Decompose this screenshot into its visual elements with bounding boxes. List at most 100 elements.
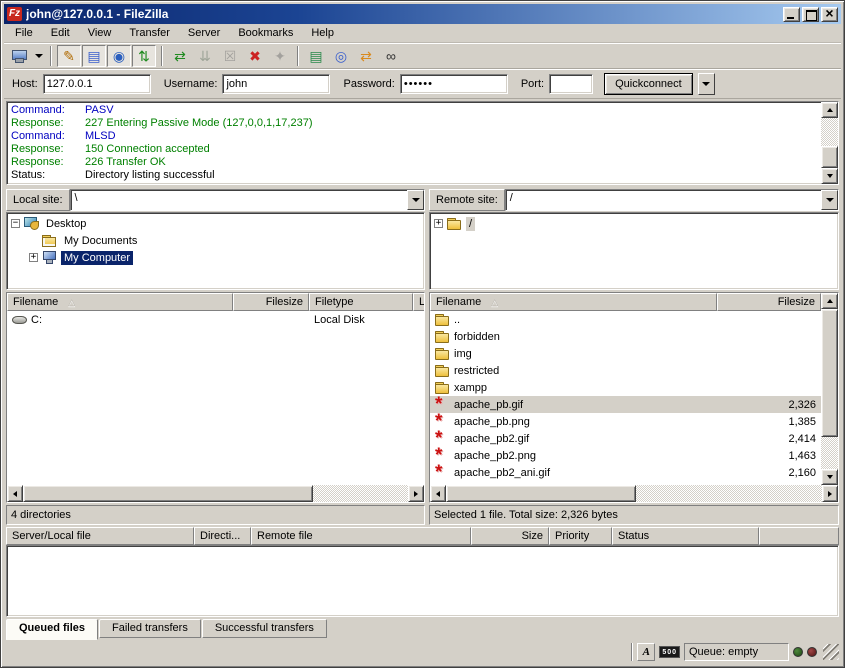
minimize-button[interactable] [783, 7, 800, 22]
file-row[interactable]: .. [430, 311, 821, 328]
local-site-combobox[interactable]: \ [70, 189, 425, 211]
scroll-right-icon[interactable] [822, 485, 838, 502]
tree-item-my-documents[interactable]: My Documents [7, 232, 424, 249]
maximize-button[interactable] [802, 7, 819, 22]
remote-horizontal-scrollbar[interactable] [430, 485, 838, 502]
file-row[interactable]: apache_pb2.png1,463 [430, 447, 821, 464]
scroll-down-icon[interactable] [821, 168, 838, 184]
log-line-text: 226 Transfer OK [85, 156, 166, 169]
menu-server[interactable]: Server [179, 25, 229, 41]
disconnect-icon[interactable]: ✖ [243, 45, 267, 67]
menu-file[interactable]: File [6, 25, 42, 41]
toggle-queue-icon[interactable]: ⇅ [132, 45, 156, 67]
local-horizontal-scrollbar[interactable] [7, 485, 424, 502]
menubar: FileEditViewTransferServerBookmarksHelp [4, 24, 841, 43]
speedlimit-icon[interactable]: 500 [659, 646, 680, 658]
scrollbar-thumb[interactable] [23, 485, 313, 502]
column-header-l[interactable]: L [413, 293, 424, 311]
log-vertical-scrollbar[interactable] [821, 102, 838, 184]
password-input[interactable] [400, 74, 508, 94]
transfer-type-icon[interactable]: A [637, 643, 655, 661]
titlebar: Fz john@127.0.0.1 - FileZilla [4, 4, 841, 24]
quickconnect-button[interactable]: Quickconnect [604, 73, 693, 95]
menu-transfer[interactable]: Transfer [120, 25, 179, 41]
scrollbar-thumb[interactable] [446, 485, 636, 502]
menu-edit[interactable]: Edit [42, 25, 79, 41]
host-input[interactable] [43, 74, 151, 94]
column-header-filename[interactable]: Filename△ [7, 293, 233, 311]
local-site-value: \ [71, 190, 407, 210]
expand-icon[interactable]: + [29, 253, 38, 262]
scrollbar-thumb[interactable] [821, 309, 838, 437]
combo-dropdown-icon[interactable] [407, 190, 424, 210]
menu-help[interactable]: Help [302, 25, 343, 41]
tab-queued-files[interactable]: Queued files [6, 619, 98, 640]
filename-text: apache_pb2.gif [454, 433, 529, 445]
scroll-up-icon[interactable] [821, 102, 838, 118]
file-row[interactable]: xampp [430, 379, 821, 396]
column-header-server-local-file[interactable]: Server/Local file [6, 527, 194, 545]
column-header-remote-file[interactable]: Remote file [251, 527, 471, 545]
tree-item--[interactable]: +/ [430, 215, 838, 232]
tree-item-my-computer[interactable]: +My Computer [7, 249, 424, 266]
scroll-up-icon[interactable] [821, 293, 838, 309]
file-row[interactable]: forbidden [430, 328, 821, 345]
directory-filters-icon[interactable]: ▤ [304, 45, 328, 67]
tab-successful-transfers[interactable]: Successful transfers [202, 619, 327, 638]
column-header-filesize[interactable]: Filesize [717, 293, 821, 311]
column-header-blank[interactable] [759, 527, 839, 545]
file-row[interactable]: img [430, 345, 821, 362]
close-button[interactable] [821, 7, 838, 22]
combo-dropdown-icon[interactable] [821, 190, 838, 210]
cancel-operation-icon: ☒ [218, 45, 242, 67]
column-header-filetype[interactable]: Filetype [309, 293, 413, 311]
synchronized-browsing-icon[interactable]: ⇄ [354, 45, 378, 67]
column-header-filesize[interactable]: Filesize [233, 293, 309, 311]
expand-icon[interactable]: + [434, 219, 443, 228]
column-header-priority[interactable]: Priority [549, 527, 612, 545]
toggle-remote-tree-icon[interactable]: ◉ [107, 45, 131, 67]
log-lines: Command:PASVResponse:227 Entering Passiv… [7, 102, 821, 184]
toggle-message-log-icon[interactable]: ✎ [57, 45, 81, 67]
find-files-icon[interactable]: ∞ [379, 45, 403, 67]
column-header-directi-[interactable]: Directi... [194, 527, 251, 545]
site-manager-icon[interactable] [7, 45, 31, 67]
file-row[interactable]: apache_pb.png1,385 [430, 413, 821, 430]
toggle-local-tree-icon[interactable]: ▤ [82, 45, 106, 67]
file-row[interactable]: restricted [430, 362, 821, 379]
username-input[interactable] [222, 74, 330, 94]
scroll-left-icon[interactable] [430, 485, 446, 502]
column-header-status[interactable]: Status [612, 527, 759, 545]
log-line-label: Response: [11, 117, 85, 130]
log-line-label: Response: [11, 156, 85, 169]
tab-failed-transfers[interactable]: Failed transfers [99, 619, 201, 638]
menu-bookmarks[interactable]: Bookmarks [229, 25, 302, 41]
quickconnect-dropdown[interactable] [698, 73, 715, 95]
collapse-icon[interactable]: − [11, 219, 20, 228]
scroll-right-icon[interactable] [408, 485, 424, 502]
port-input[interactable] [549, 74, 593, 94]
scrollbar-thumb[interactable] [821, 146, 838, 168]
toolbar-separator [297, 46, 299, 66]
menu-view[interactable]: View [79, 25, 121, 41]
remote-file-list: Filename△Filesize ..forbiddenimgrestrict… [429, 292, 839, 503]
file-row[interactable]: apache_pb.gif2,326 [430, 396, 821, 413]
remote-vertical-scrollbar[interactable] [821, 293, 838, 485]
scroll-left-icon[interactable] [7, 485, 23, 502]
folder-icon [435, 347, 450, 360]
column-header-filename[interactable]: Filename△ [430, 293, 717, 311]
image-icon [435, 449, 450, 462]
directory-comparison-icon[interactable]: ◎ [329, 45, 353, 67]
tree-item-desktop[interactable]: −Desktop [7, 215, 424, 232]
column-header-size[interactable]: Size [471, 527, 549, 545]
file-row[interactable]: apache_pb2.gif2,414 [430, 430, 821, 447]
image-icon [435, 398, 450, 411]
remote-site-combobox[interactable]: / [505, 189, 839, 211]
toolbar-separator [50, 46, 52, 66]
refresh-icon[interactable]: ⇄ [168, 45, 192, 67]
file-row[interactable]: C:Local Disk [7, 311, 424, 328]
resize-grip[interactable] [823, 644, 839, 660]
site-manager-dropdown-icon[interactable] [32, 45, 45, 67]
file-row[interactable]: apache_pb2_ani.gif2,160 [430, 464, 821, 481]
scroll-down-icon[interactable] [821, 469, 838, 485]
